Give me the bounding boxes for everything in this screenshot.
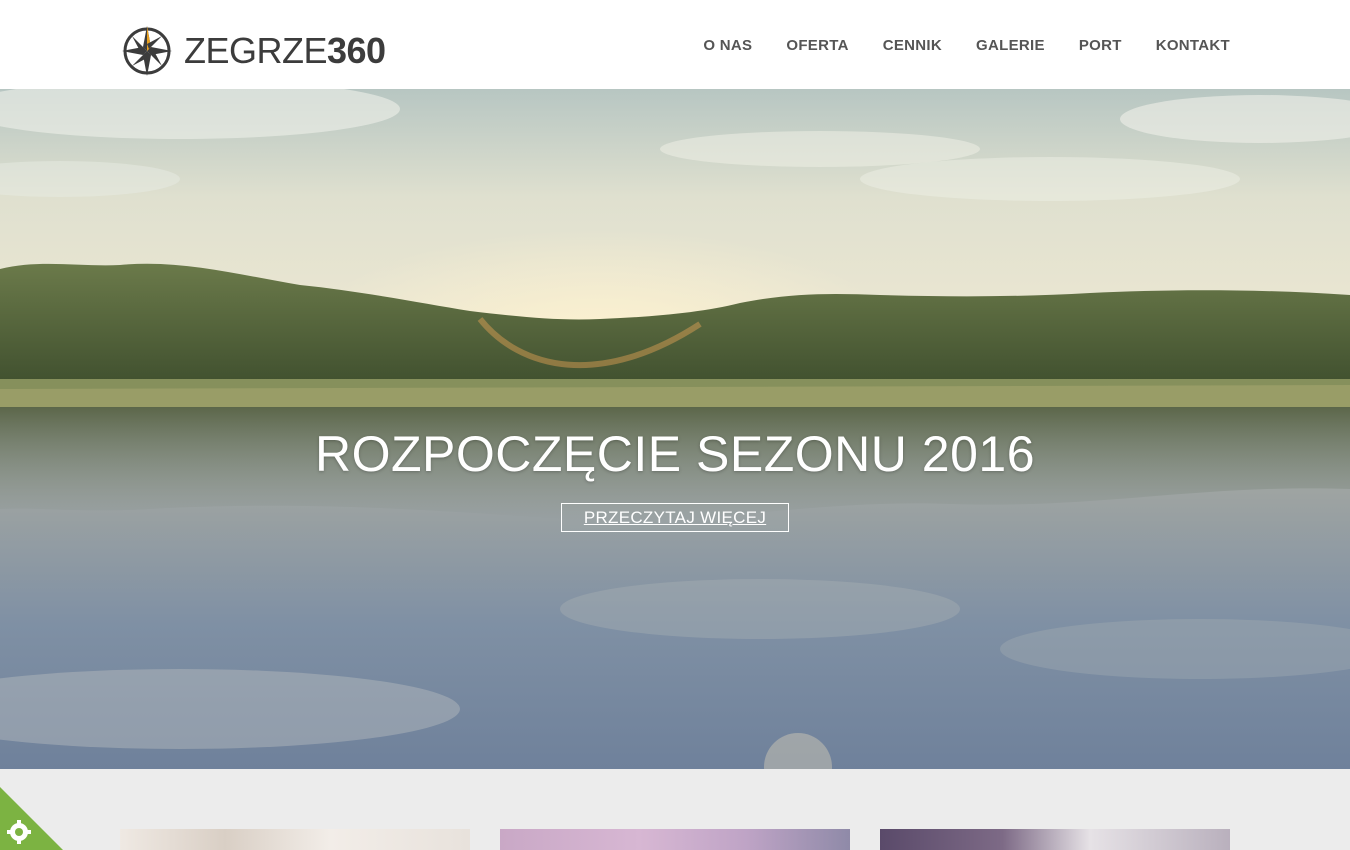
nav-item-port[interactable]: PORT xyxy=(1079,37,1122,54)
logo-wordmark: ZEGRZE360 xyxy=(184,33,386,69)
hero-title: ROZPOCZĘCIE SEZONU 2016 xyxy=(315,426,1035,482)
main-nav: O NAS OFERTA CENNIK GALERIE PORT KONTAKT xyxy=(669,37,1230,54)
read-more-button[interactable]: PRZECZYTAJ WIĘCEJ xyxy=(561,503,789,532)
site-logo[interactable]: ZEGRZE360 xyxy=(120,24,386,78)
nav-item-galerie[interactable]: GALERIE xyxy=(976,37,1045,54)
featured-tiles xyxy=(0,829,1350,850)
featured-tile-1[interactable] xyxy=(120,829,470,850)
logo-text-light: ZEGRZE xyxy=(184,30,328,71)
hero-banner: ROZPOCZĘCIE SEZONU 2016 PRZECZYTAJ WIĘCE… xyxy=(0,89,1350,769)
site-header: ZEGRZE360 O NAS OFERTA CENNIK GALERIE PO… xyxy=(0,0,1350,89)
featured-tile-2[interactable] xyxy=(500,829,850,850)
compass-rose-icon xyxy=(122,26,172,76)
nav-item-o-nas[interactable]: O NAS xyxy=(703,37,752,54)
nav-item-oferta[interactable]: OFERTA xyxy=(786,37,848,54)
logo-text-bold: 360 xyxy=(327,30,386,71)
cookie-settings-badge[interactable] xyxy=(0,787,63,850)
nav-item-cennik[interactable]: CENNIK xyxy=(883,37,942,54)
featured-tile-3[interactable] xyxy=(880,829,1230,850)
nav-item-kontakt[interactable]: KONTAKT xyxy=(1156,37,1230,54)
